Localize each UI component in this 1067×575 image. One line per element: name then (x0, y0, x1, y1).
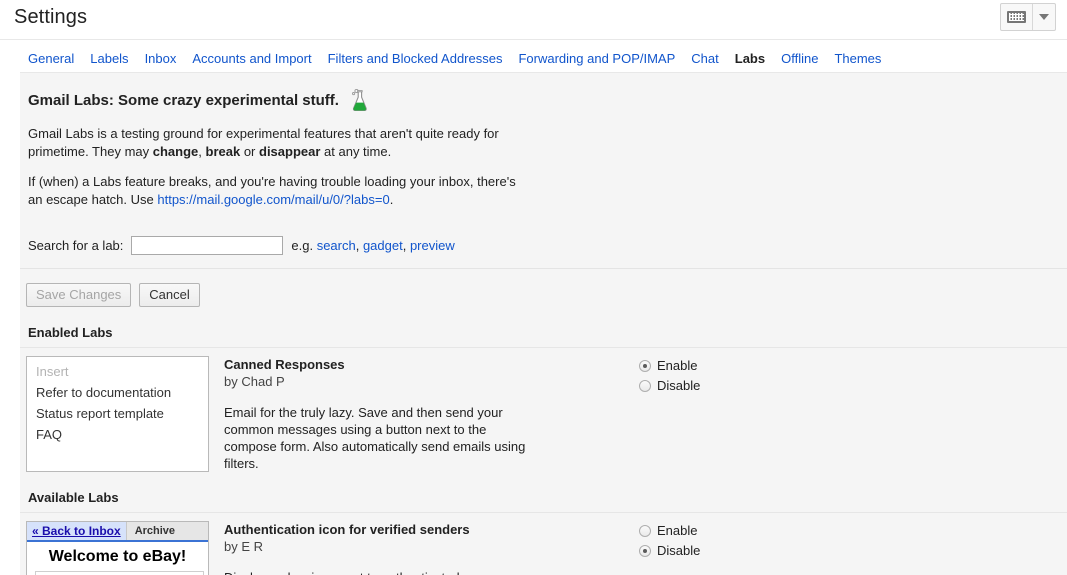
radio-disable-authentication-icon[interactable]: Disable (639, 542, 739, 559)
labs-escape-hatch-link[interactable]: https://mail.google.com/mail/u/0/?labs=0 (157, 192, 389, 207)
tab-filters-and-blocked-addresses[interactable]: Filters and Blocked Addresses (320, 47, 511, 72)
example-link-search[interactable]: search (317, 238, 356, 253)
labs-p1-part-c: at any time. (320, 144, 392, 159)
labs-paragraph-2: If (when) a Labs feature breaks, and you… (28, 173, 528, 209)
keyboard-dropdown-button[interactable] (1033, 4, 1055, 30)
radio-enable-authentication-icon[interactable]: Enable (639, 522, 739, 539)
labs-p1-change: change (152, 144, 199, 159)
flask-icon (347, 87, 373, 113)
lab-title: Authentication icon for verified senders (224, 522, 470, 537)
insert-list-item: FAQ (36, 427, 63, 442)
section-heading-available-labs: Available Labs (28, 490, 119, 505)
lab-options-authentication-icon: Enable Disable (539, 521, 739, 575)
lab-row-authentication-icon: « Back to Inbox Archive Welcome to eBay!… (20, 513, 1067, 575)
lab-thumbnail-ebay-preview: « Back to Inbox Archive Welcome to eBay!… (26, 521, 209, 575)
radio-label-enable: Enable (657, 358, 698, 373)
lab-info-authentication-icon: Authentication icon for verified senders… (209, 521, 539, 575)
lab-title: Canned Responses (224, 357, 345, 372)
tab-forwarding-and-pop-imap[interactable]: Forwarding and POP/IMAP (510, 47, 683, 72)
radio-indicator-enable[interactable] (639, 359, 651, 372)
radio-label-disable: Disable (657, 378, 701, 393)
ebay-subject: Welcome to eBay! (48, 548, 187, 565)
lab-author: by Chad P (224, 374, 285, 389)
back-to-inbox-label: « Back to Inbox (27, 522, 126, 540)
lab-description-text: Displays a key icon next to authenticate… (224, 570, 525, 575)
lab-search-input[interactable] (131, 235, 284, 255)
labs-paragraph-1: Gmail Labs is a testing ground for exper… (28, 125, 528, 161)
page-title: Settings (14, 6, 88, 28)
radio-label-disable: Disable (657, 543, 701, 558)
title-bar: Settings (0, 0, 1067, 40)
insert-list-header: Insert (36, 364, 69, 379)
lab-options-canned-responses: Enable Disable (539, 356, 739, 472)
lab-thumbnail-insert-list: Insert Refer to documentation Status rep… (26, 356, 209, 472)
lab-search-label: Search for a lab: (28, 237, 124, 253)
labs-heading-text: Gmail Labs: Some crazy experimental stuf… (28, 91, 339, 109)
examples-sep-2: , (402, 237, 410, 253)
lab-search-row: Search for a lab: e.g. search, gadget, p… (20, 231, 1067, 259)
labs-p2-part-b: . (389, 192, 394, 207)
keyboard-button[interactable] (1001, 4, 1033, 30)
lab-author: by E R (224, 539, 264, 554)
lab-description: Displays a key icon next to authenticate… (224, 569, 539, 575)
radio-label-enable: Enable (657, 523, 698, 538)
insert-list-item: Refer to documentation (36, 385, 172, 400)
settings-content: Gmail Labs: Some crazy experimental stuf… (20, 72, 1067, 575)
examples-prefix: e.g. (291, 237, 317, 253)
lab-description: Email for the truly lazy. Save and then … (224, 405, 526, 471)
labs-p1-disappear: disappear (259, 144, 321, 159)
example-link-preview[interactable]: preview (410, 238, 455, 253)
save-changes-button[interactable]: Save Changes (26, 283, 132, 307)
settings-tabs: General Labels Inbox Accounts and Import Fil… (0, 40, 1067, 72)
examples-sep-1: , (355, 237, 363, 253)
labs-p1-break: break (205, 144, 241, 159)
radio-indicator-enable[interactable] (639, 524, 651, 537)
labs-heading: Gmail Labs: Some crazy experimental stuf… (28, 87, 1067, 113)
tab-chat[interactable]: Chat (683, 47, 726, 72)
radio-disable-canned-responses[interactable]: Disable (639, 377, 739, 394)
tab-offline[interactable]: Offline (773, 47, 826, 72)
insert-list-item: Status report template (36, 406, 164, 421)
labs-p1-sep1: , (198, 144, 206, 159)
archive-label: Archive (125, 522, 208, 540)
example-link-gadget[interactable]: gadget (363, 238, 403, 253)
insert-list: Insert Refer to documentation Status rep… (27, 357, 208, 449)
ebay-toolbar: « Back to Inbox Archive (27, 522, 208, 542)
keyboard-shortcut-control[interactable] (1000, 3, 1056, 31)
tab-labs[interactable]: Labs (726, 47, 774, 72)
lab-search-examples: e.g. search, gadget, preview (291, 238, 454, 253)
radio-indicator-disable[interactable] (639, 544, 651, 557)
section-heading-enabled-labs: Enabled Labs (28, 325, 113, 340)
tab-accounts-and-import[interactable]: Accounts and Import (184, 47, 319, 72)
radio-enable-canned-responses[interactable]: Enable (639, 357, 739, 374)
keyboard-icon (1007, 11, 1026, 23)
tab-general[interactable]: General (20, 47, 82, 72)
labs-p1-sep2: or (240, 144, 259, 159)
tab-inbox[interactable]: Inbox (137, 47, 185, 72)
cancel-button[interactable]: Cancel (139, 283, 200, 307)
ebay-message-row: ☆ 🔑 eBay to me (35, 571, 204, 575)
action-buttons: Save Changes Cancel (20, 269, 1067, 307)
labs-intro: Gmail Labs: Some crazy experimental stuf… (20, 73, 1067, 209)
radio-indicator-disable[interactable] (639, 379, 651, 392)
chevron-down-icon (1039, 14, 1049, 20)
tab-themes[interactable]: Themes (826, 47, 889, 72)
lab-row-canned-responses: Insert Refer to documentation Status rep… (20, 348, 1067, 472)
lab-info-canned-responses: Canned Responses by Chad P Email for the… (209, 356, 539, 472)
tab-labels[interactable]: Labels (82, 47, 136, 72)
